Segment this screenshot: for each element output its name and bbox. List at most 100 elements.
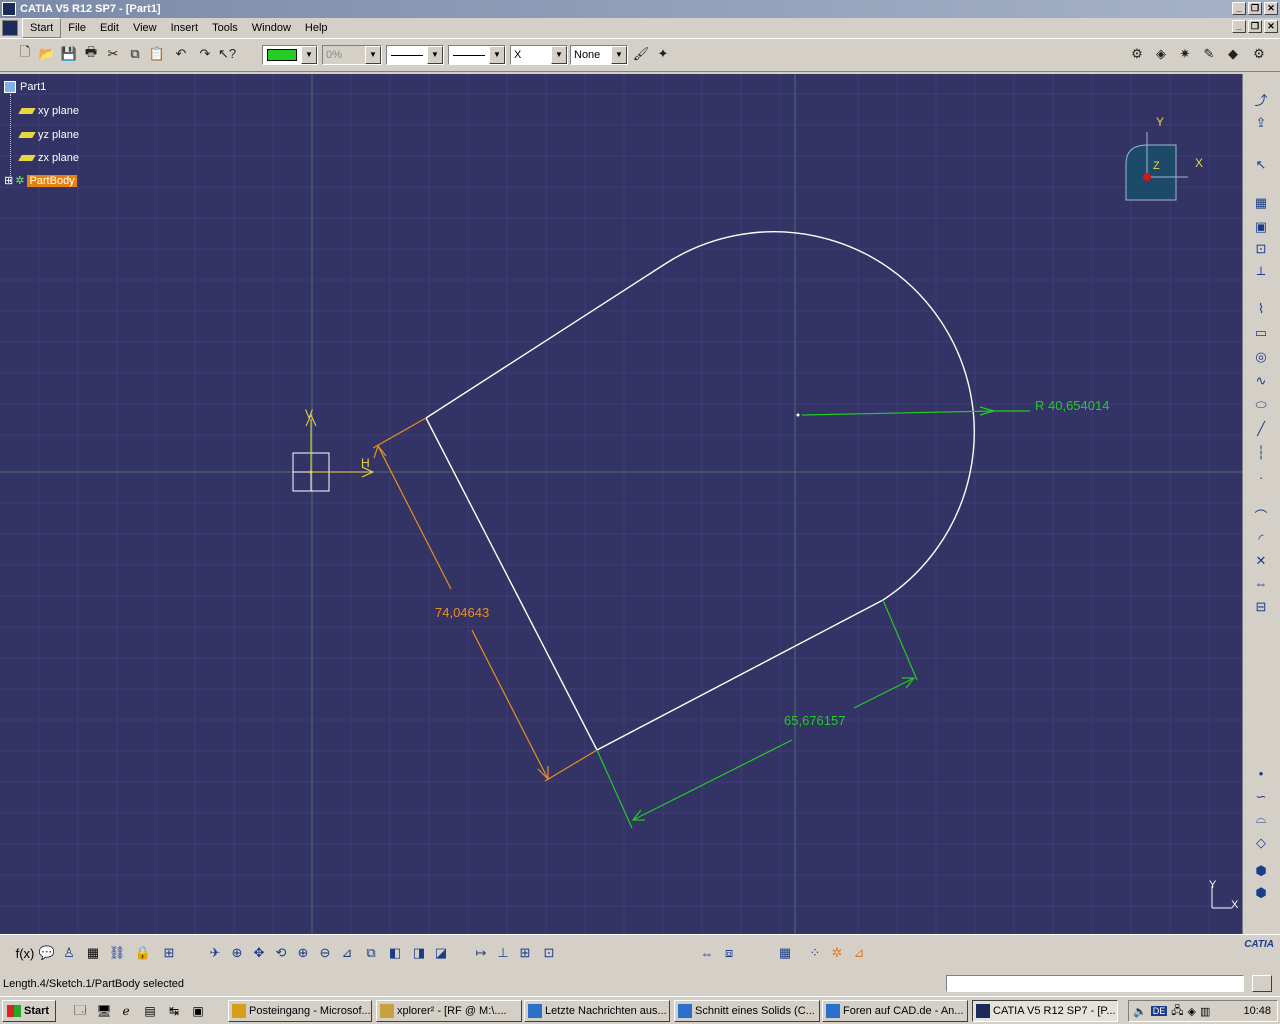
rectangle-icon[interactable]: ▭ [1252, 324, 1270, 342]
rotate-icon[interactable]: ⟲ [272, 944, 290, 962]
lock-icon[interactable]: 🔒 [134, 944, 152, 962]
workbench-icon-5[interactable]: ◆ [1224, 45, 1242, 63]
workbench-icon-4[interactable]: ✎ [1200, 45, 1218, 63]
render-style-icon[interactable]: ◧ [386, 944, 404, 962]
transform-icon[interactable]: ⧈ [720, 944, 738, 962]
menu-view[interactable]: View [126, 19, 164, 37]
quick-view-icon[interactable]: ⧉ [362, 944, 380, 962]
menu-tools[interactable]: Tools [205, 19, 245, 37]
dim-bottom-line-2[interactable] [632, 739, 793, 821]
solid-icon-2[interactable]: ⬢ [1252, 884, 1270, 902]
dim-radius-line[interactable] [801, 410, 995, 416]
profile-left-line[interactable] [425, 417, 598, 751]
paste-icon[interactable]: 📋 [148, 45, 166, 63]
close-button[interactable]: ✕ [1264, 2, 1278, 15]
construction-icon[interactable]: ⊡ [1252, 240, 1270, 258]
normal-view-icon[interactable]: ⊿ [338, 944, 356, 962]
export-icon[interactable]: ⇪ [1252, 114, 1270, 132]
layer-combo[interactable]: None ▼ [570, 45, 628, 65]
tree-node-part1[interactable]: Part1 [4, 81, 46, 93]
workbench-icon-1[interactable]: ⚙ [1128, 45, 1146, 63]
start-button[interactable]: Start [2, 1000, 56, 1022]
transparency-combo[interactable]: 0% ▼ [322, 45, 382, 65]
analysis-icon[interactable]: ⊞ [160, 944, 178, 962]
geometry-constraint-icon[interactable]: ⊞ [516, 944, 534, 962]
chamfer-icon[interactable]: ◜ [1252, 530, 1270, 548]
minimize-button[interactable]: _ [1232, 2, 1246, 15]
help-pointer-icon[interactable]: ↖? [218, 45, 236, 63]
zoom-out-icon[interactable]: ⊖ [316, 944, 334, 962]
chevron-down-icon[interactable]: ▼ [489, 46, 505, 64]
chevron-down-icon[interactable]: ▼ [365, 46, 381, 64]
sketch-analysis-icon[interactable]: ◇ [1252, 834, 1270, 852]
volume-icon[interactable]: 🔈 [1133, 1005, 1147, 1018]
language-indicator[interactable]: DE [1150, 1006, 1168, 1016]
task-catia[interactable]: CATIA V5 R12 SP7 - [P... [972, 1000, 1118, 1022]
quicklaunch-app-icon[interactable]: ▤ [142, 1003, 158, 1019]
command-button[interactable] [1252, 975, 1272, 992]
expand-icon[interactable]: ⊞ [4, 174, 13, 187]
exit-workbench-icon[interactable]: ⤴ [1252, 90, 1270, 108]
chevron-down-icon[interactable]: ▼ [301, 46, 317, 64]
sketch-viewport[interactable]: 74,04643 65,676157 R 40,654014 V H Y X Z… [0, 74, 1242, 934]
task-browser-1[interactable]: Letzte Nachrichten aus... [524, 1000, 670, 1022]
tree-node-partbody[interactable]: ⊞ ✲ PartBody [4, 174, 77, 187]
axis-icon[interactable]: ┆ [1252, 444, 1270, 462]
select-arrow-icon[interactable]: ↖ [1252, 156, 1270, 174]
task-outlook[interactable]: Posteingang - Microsof... [228, 1000, 372, 1022]
reaction-icon[interactable]: ⛓ [108, 944, 126, 962]
knowledge-icon[interactable]: ♙ [60, 944, 78, 962]
curve-icon[interactable]: ∽ [1252, 788, 1270, 806]
tree-node-xy-plane[interactable]: xy plane [18, 105, 79, 117]
copy-icon[interactable]: ⧉ [126, 45, 144, 63]
hide-show-icon[interactable]: ◨ [410, 944, 428, 962]
comment-icon[interactable]: 💬 [38, 944, 56, 962]
snap-point-icon[interactable]: ⁘ [806, 944, 824, 962]
constraint-icon[interactable]: ⟂ [1252, 262, 1270, 280]
restore-button[interactable]: ❐ [1248, 2, 1262, 15]
arc-icon[interactable]: ⌓ [1252, 810, 1270, 828]
linetype-combo[interactable]: ▼ [386, 45, 444, 65]
new-icon[interactable]: 🗋 [16, 44, 34, 63]
quicklaunch-ie-icon[interactable]: ℯ [118, 1003, 134, 1019]
save-icon[interactable]: 💾 [60, 45, 78, 63]
command-input[interactable] [946, 975, 1244, 992]
menu-file[interactable]: File [61, 19, 93, 37]
zoom-in-icon[interactable]: ⊕ [294, 944, 312, 962]
chevron-down-icon[interactable]: ▼ [551, 46, 567, 64]
workbench-icon-6[interactable]: ⚙ [1250, 45, 1268, 63]
dim-left-label[interactable]: 74,04643 [435, 605, 489, 620]
trim-icon[interactable]: ✕ [1252, 552, 1270, 570]
quicklaunch-computer-icon[interactable]: 🖥 [96, 1003, 112, 1019]
snap-icon[interactable]: ▣ [1252, 218, 1270, 236]
constraint-tool-icon[interactable]: ↦ [472, 944, 490, 962]
menu-edit[interactable]: Edit [93, 19, 126, 37]
corner-icon[interactable]: ⌒ [1252, 506, 1270, 524]
undo-icon[interactable]: ↶ [172, 45, 190, 63]
print-icon[interactable]: 🖶 [82, 44, 100, 63]
dim-left-line-1[interactable] [377, 445, 452, 590]
formula-icon[interactable]: f(x) [16, 944, 35, 962]
dot-icon[interactable]: • [1252, 764, 1270, 782]
arc-center-point[interactable] [796, 413, 800, 417]
painter-icon[interactable]: 🖌 [632, 45, 650, 63]
task-xplorer[interactable]: xplorer² - [RF @ M:\.... [376, 1000, 522, 1022]
tray-app-icon-2[interactable]: ▥ [1200, 1005, 1210, 1018]
network-icon[interactable]: 🖧 [1171, 1002, 1183, 1021]
fit-all-icon[interactable]: ⊕ [228, 944, 246, 962]
workbench-icon-2[interactable]: ◈ [1152, 45, 1170, 63]
menu-window[interactable]: Window [245, 19, 298, 37]
sketch-origin[interactable] [292, 413, 375, 492]
chevron-down-icon[interactable]: ▼ [611, 46, 627, 64]
project-icon[interactable]: ⊟ [1252, 598, 1270, 616]
grid-toggle-icon[interactable]: ▦ [1252, 194, 1270, 212]
quicklaunch-misc-icon[interactable]: ▣ [190, 1003, 206, 1019]
spline-icon[interactable]: ∿ [1252, 372, 1270, 390]
quicklaunch-ftp-icon[interactable]: ↹ [166, 1003, 182, 1019]
dim-left-line-2[interactable] [471, 629, 549, 780]
open-icon[interactable]: 📂 [38, 45, 56, 63]
workbench-icon-3[interactable]: ✷ [1176, 45, 1194, 63]
circle-icon[interactable]: ◎ [1252, 348, 1270, 366]
chevron-down-icon[interactable]: ▼ [427, 46, 443, 64]
auto-constraint-icon[interactable]: ⊡ [540, 944, 558, 962]
